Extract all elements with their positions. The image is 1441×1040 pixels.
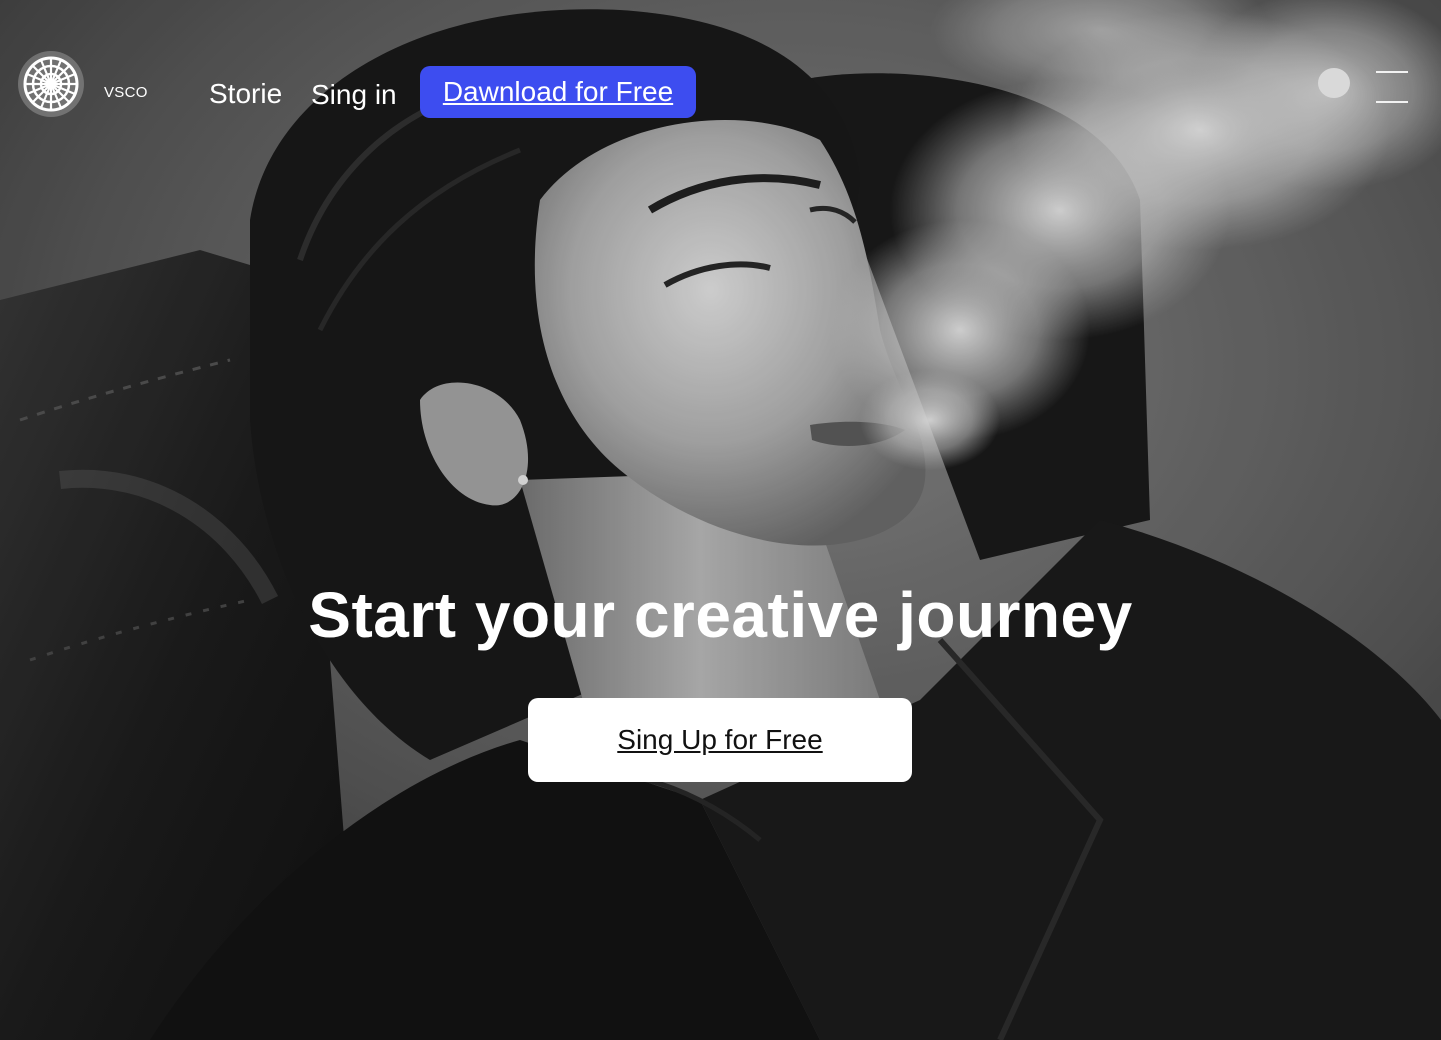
hero-headline: Start your creative journey: [308, 579, 1133, 651]
nav-link-sign-in[interactable]: Sing in: [311, 79, 397, 111]
download-button[interactable]: Dawnload for Free: [420, 66, 696, 118]
sign-up-button[interactable]: Sing Up for Free: [528, 698, 912, 782]
top-navigation: VSCO Storie Sing in Dawnload for Free: [0, 0, 1441, 140]
brand-name: VSCO: [104, 84, 148, 101]
menu-line: [1376, 101, 1408, 103]
vsco-logo-icon[interactable]: [18, 51, 84, 117]
hamburger-menu-icon[interactable]: [1374, 70, 1410, 104]
nav-link-stories[interactable]: Storie: [209, 78, 282, 110]
menu-line: [1376, 71, 1408, 73]
avatar-dot-icon[interactable]: [1318, 68, 1350, 98]
hero-section: VSCO Storie Sing in Dawnload for Free St…: [0, 0, 1441, 1040]
hero-photo: [0, 0, 1441, 1040]
